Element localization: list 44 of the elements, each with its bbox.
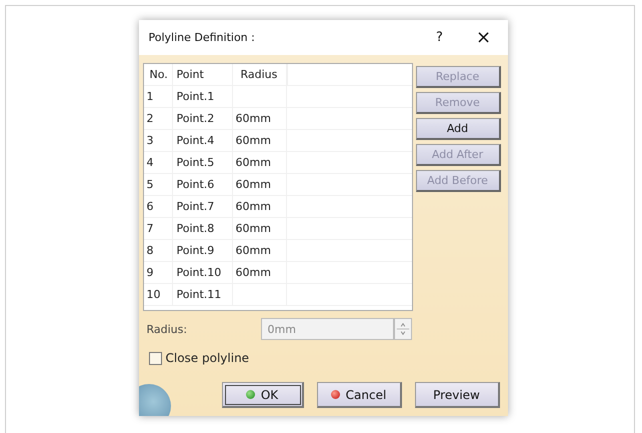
table-cell: 2 — [144, 108, 172, 129]
table-cell: 60mm — [232, 130, 286, 151]
table-cell: 6 — [144, 196, 172, 217]
window-title: Polyline Definition : — [148, 31, 256, 44]
table-cell: 1 — [144, 86, 172, 107]
help-button[interactable]: ? — [430, 30, 450, 45]
dialog-button[interactable]: Cancel — [316, 382, 402, 408]
column-header: Radius — [232, 64, 286, 85]
table-cell: 60mm — [232, 108, 286, 129]
table-cell: Point.4 — [172, 130, 232, 151]
column-header: No. — [144, 64, 172, 85]
radius-label: Radius: — [146, 322, 188, 336]
close-button[interactable]: × — [472, 27, 496, 48]
table-cell: 7 — [144, 218, 172, 239]
table-cell: 8 — [144, 240, 172, 261]
table-cell: 60mm — [232, 152, 286, 173]
ok-status-icon — [246, 390, 255, 399]
spinner-arrows-icon[interactable] — [394, 318, 412, 340]
table-cell: 60mm — [232, 218, 286, 239]
table-cell: 3 — [144, 130, 172, 151]
column-header: Point — [172, 64, 232, 85]
table-cell: Point.2 — [172, 108, 232, 129]
cancel-status-icon — [330, 390, 340, 399]
table-cell: Point.1 — [172, 86, 232, 107]
table-cell: 60mm — [232, 196, 286, 217]
table-cell: 10 — [144, 284, 172, 305]
table-cell: 5 — [144, 174, 172, 195]
table-cell: Point.11 — [172, 284, 232, 305]
table-cell: 60mm — [232, 240, 286, 261]
table-cell: Point.7 — [172, 196, 232, 217]
dialog-button[interactable]: OK — [222, 382, 304, 408]
table-cell: Point.5 — [172, 152, 232, 173]
table-cell: 60mm — [232, 262, 286, 283]
dialog-button[interactable]: Preview — [414, 382, 500, 408]
side-button[interactable]: Add — [416, 118, 500, 140]
table-cell: 4 — [144, 152, 172, 173]
table-cell: Point.8 — [172, 218, 232, 239]
table-cell: Point.9 — [172, 240, 232, 261]
table-cell: 9 — [144, 262, 172, 283]
checkbox-label: Close polyline — [166, 351, 250, 365]
table-cell: Point.10 — [172, 262, 232, 283]
table-cell: 60mm — [232, 174, 286, 195]
table-cell: Point.6 — [172, 174, 232, 195]
checkbox[interactable] — [148, 352, 162, 364]
